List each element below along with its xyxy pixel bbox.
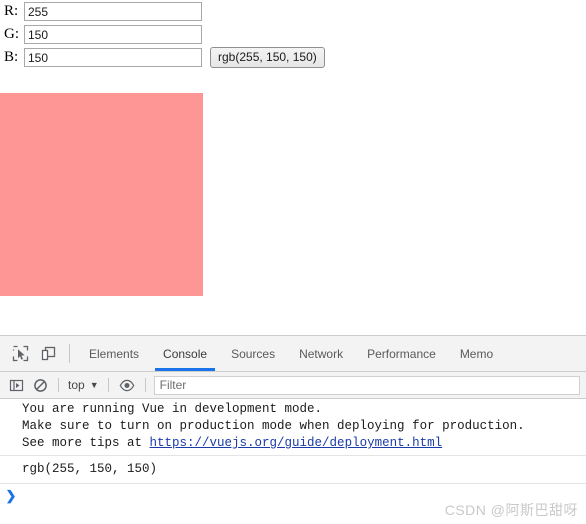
filterbar-divider-3 — [144, 378, 146, 392]
execution-context-dropdown[interactable]: top ▼ — [65, 378, 102, 392]
tab-sources-label: Sources — [231, 346, 276, 361]
console-line-1: You are running Vue in development mode. — [22, 402, 323, 416]
live-expression-eye-icon — [119, 378, 135, 393]
inspect-element-icon — [12, 345, 29, 362]
tab-console[interactable]: Console — [151, 336, 219, 371]
field-row-r: R: — [0, 0, 586, 23]
console-line-3-prefix: See more tips at — [22, 436, 150, 450]
console-line-2: Make sure to turn on production mode whe… — [22, 419, 525, 433]
console-prompt-row[interactable]: ❯ — [0, 484, 586, 510]
tab-performance[interactable]: Performance — [355, 336, 448, 371]
console-prompt-chevron-icon: ❯ — [5, 488, 17, 503]
inspect-element-button[interactable] — [6, 336, 34, 371]
console-message-list[interactable]: You are running Vue in development mode.… — [0, 399, 586, 524]
tab-console-label: Console — [163, 346, 208, 361]
console-sidebar-button[interactable] — [4, 373, 28, 397]
console-filter-bar: top ▼ — [0, 372, 586, 399]
console-prompt-input[interactable] — [22, 487, 586, 504]
label-r: R: — [4, 3, 19, 19]
execution-context-label: top — [68, 378, 85, 392]
devtools-tab-bar: Elements Console Sources Network Perform… — [0, 336, 586, 372]
g-input[interactable] — [24, 25, 202, 44]
color-preview-swatch — [0, 93, 203, 296]
tab-elements[interactable]: Elements — [77, 336, 151, 371]
live-expression-button[interactable] — [115, 373, 139, 397]
device-toolbar-button[interactable] — [34, 336, 62, 371]
console-sidebar-icon — [9, 378, 24, 393]
tab-performance-label: Performance — [367, 346, 436, 361]
tab-network[interactable]: Network — [287, 336, 355, 371]
r-input[interactable] — [24, 2, 202, 21]
filterbar-divider-2 — [107, 378, 109, 392]
device-toolbar-icon — [40, 345, 57, 362]
toolbar-divider — [69, 344, 70, 363]
b-input[interactable] — [24, 48, 202, 67]
label-b: B: — [4, 49, 19, 65]
rgb-value-button[interactable]: rgb(255, 150, 150) — [210, 47, 325, 68]
tab-memory-label: Memo — [459, 346, 494, 361]
tab-network-label: Network — [299, 346, 344, 361]
devtools-panel: Elements Console Sources Network Perform… — [0, 335, 586, 524]
console-line-3: See more tips at https://vuejs.org/guide… — [0, 435, 586, 452]
filterbar-divider-1 — [58, 378, 59, 392]
console-message-vue-dev-warning: You are running Vue in development mode.… — [0, 399, 586, 456]
console-output-rgb-value: rgb(255, 150, 150) — [0, 456, 586, 484]
page-viewport: R: G: B: rgb(255, 150, 150) — [0, 0, 586, 330]
clear-console-icon — [33, 378, 48, 393]
label-g: G: — [4, 26, 19, 42]
tab-memory[interactable]: Memo — [448, 336, 505, 371]
clear-console-button[interactable] — [28, 373, 52, 397]
chevron-down-icon: ▼ — [89, 380, 99, 390]
tab-sources[interactable]: Sources — [219, 336, 287, 371]
tab-elements-label: Elements — [89, 346, 140, 361]
field-row-g: G: — [0, 23, 586, 46]
vue-deployment-guide-link[interactable]: https://vuejs.org/guide/deployment.html — [150, 436, 443, 450]
console-filter-input[interactable] — [153, 375, 580, 395]
field-row-b: B: rgb(255, 150, 150) — [0, 46, 586, 69]
